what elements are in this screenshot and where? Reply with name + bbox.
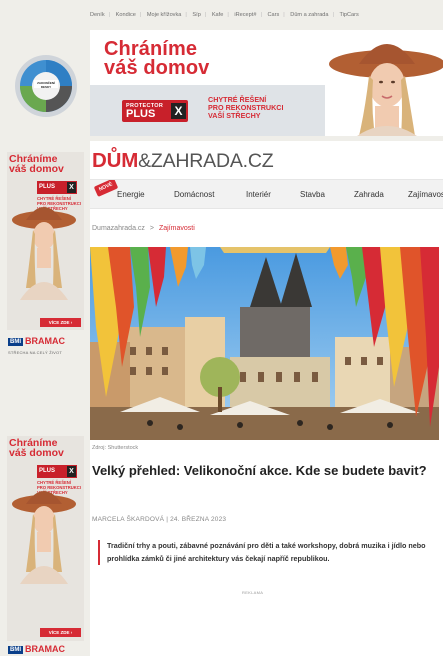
- main-nav: NOVÉ Energie Domácnost Interiér Stavba Z…: [90, 179, 443, 209]
- side-ad-more-button[interactable]: VÍCE ZDE ›: [40, 318, 81, 327]
- site-logo[interactable]: DŮM&ZAHRADA.CZ: [92, 149, 274, 173]
- side-ad-title: Chráníme váš domov: [9, 153, 64, 175]
- woman-with-hat-image: [325, 30, 443, 136]
- article-perex: Tradiční trhy a pouti, zábavné poznávání…: [98, 540, 438, 565]
- network-link-irecept[interactable]: iRecept#: [234, 12, 256, 18]
- nav-item-interier[interactable]: Interiér: [246, 190, 271, 199]
- article-photo: [90, 247, 439, 440]
- network-link-sip[interactable]: Šíp: [192, 12, 200, 18]
- side-ad-top[interactable]: Chráníme váš domov PLUS X CHYTRÉ ŘEŠENÍ …: [7, 152, 84, 330]
- side-ad-plus-logo: PLUS X: [37, 181, 77, 194]
- side-ad-bottom[interactable]: Chráníme váš domov PLUS X CHYTRÉ ŘEŠENÍ …: [7, 436, 84, 641]
- hero-tagline: CHYTRÉ ŘEŠENÍ PRO REKONSTRUKCI VAŠÍ STŘE…: [208, 95, 284, 120]
- network-link-cars[interactable]: Cars: [267, 12, 279, 18]
- side-ad-2-brand: BMI BRAMAC: [8, 644, 65, 654]
- side-ad-brand: BMI BRAMAC: [8, 336, 65, 346]
- nav-item-zahrada[interactable]: Zahrada: [354, 190, 384, 199]
- nav-item-zajimavosti[interactable]: Zajímavosti: [408, 190, 443, 199]
- hero-headline: Chráníme váš domov: [104, 38, 210, 79]
- side-ad-2-more-button[interactable]: VÍCE ZDE ›: [40, 628, 81, 637]
- breadcrumb-current[interactable]: Zajímavosti: [159, 225, 195, 232]
- nav-item-stavba[interactable]: Stavba: [300, 190, 325, 199]
- network-link-kondice[interactable]: Kondice: [116, 12, 136, 18]
- network-link-krizovka[interactable]: Moje křížovka: [147, 12, 182, 18]
- side-ad-footer: STŘECHA NA CELÝ ŽIVOT: [8, 350, 62, 355]
- nav-new-badge: NOVÉ: [93, 180, 119, 197]
- photo-source: Zdroj: Shutterstock: [92, 445, 139, 451]
- protector-plus-logo: PROTECTOR PLUS X: [122, 100, 188, 122]
- ad-label: REKLAMA: [242, 590, 264, 595]
- network-link-dum-a-zahrada[interactable]: Dům a zahrada: [290, 12, 328, 18]
- side-ad-woman-image: [12, 207, 76, 300]
- product-badge: ZAKONČENÍ DESKY: [14, 54, 78, 118]
- network-link-tipcars[interactable]: TipCars: [339, 12, 358, 18]
- main-content: DŮM&ZAHRADA.CZ NOVÉ Energie Domácnost In…: [90, 141, 443, 656]
- network-link-kafe[interactable]: Kafe: [212, 12, 224, 18]
- article-author-date: MARCELA ŠKARDOVÁ | 24. BŘEZNA 2023: [92, 516, 227, 523]
- breadcrumb: Dumazahrada.cz > Zajímavosti: [92, 225, 195, 232]
- nav-item-energie[interactable]: Energie: [117, 190, 145, 199]
- side-ad-2-title: Chráníme váš domov: [9, 437, 64, 459]
- network-links-bar: Deník | Kondice | Moje křížovka | Šíp | Kafe…: [90, 12, 359, 18]
- side-ad-2-plus-logo: PLUS X: [37, 465, 77, 478]
- article-title: Velký přehled: Velikonoční akce. Kde se …: [92, 463, 427, 478]
- product-badge-text: ZAKONČENÍ DESKY: [37, 81, 55, 89]
- network-link-denik[interactable]: Deník: [90, 12, 105, 18]
- breadcrumb-home[interactable]: Dumazahrada.cz: [92, 225, 145, 232]
- hero-banner-ad[interactable]: Chráníme váš domov PROTECTOR PLUS X CHYT…: [90, 30, 443, 136]
- side-ad-2-woman-image: [12, 491, 76, 584]
- nav-item-domacnost[interactable]: Domácnost: [174, 190, 214, 199]
